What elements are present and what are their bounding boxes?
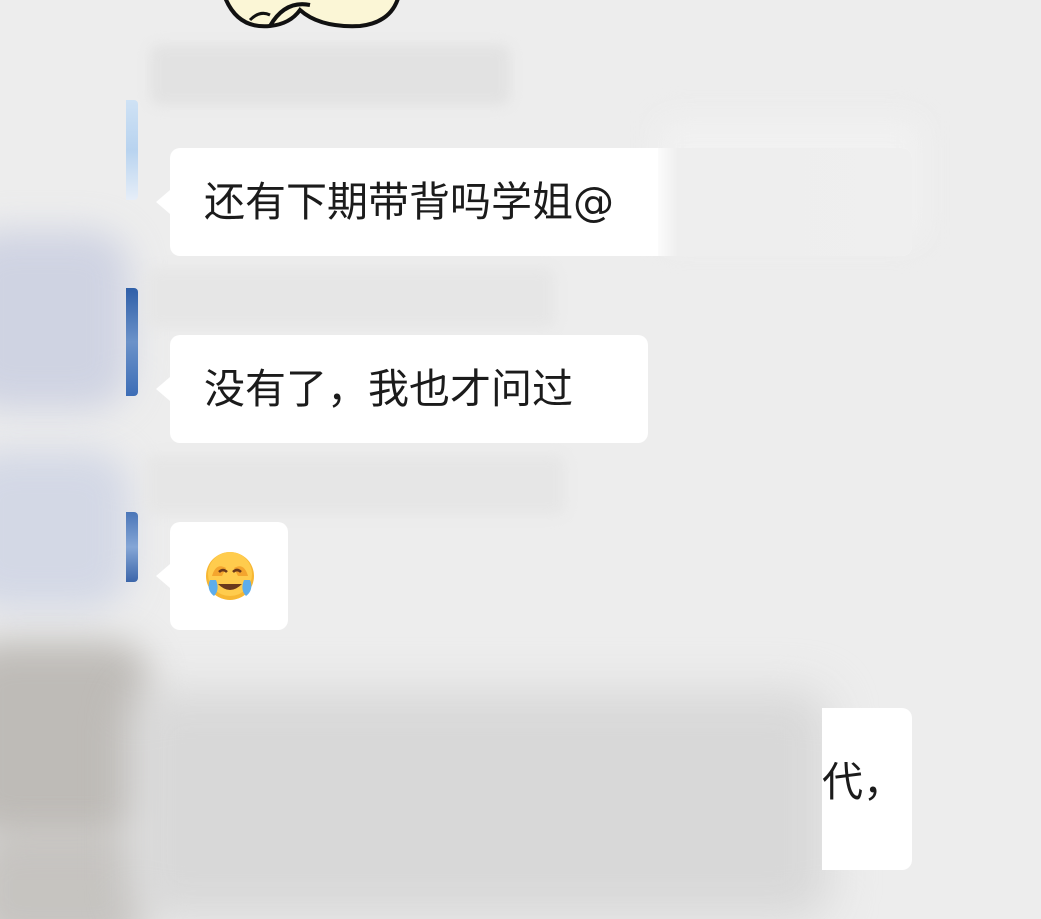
message-bubble[interactable]: 还有下期带背吗学姐@ — [156, 148, 912, 256]
chat-area[interactable]: 还有下期带背吗学姐@ 没有了，我也才问过 代， — [0, 0, 1041, 919]
message-bubble[interactable]: 没有了，我也才问过 — [156, 335, 648, 443]
redacted-avatar — [0, 450, 130, 610]
sticker-image[interactable] — [210, 0, 410, 30]
message-bubble[interactable] — [156, 522, 288, 630]
avatar[interactable] — [126, 100, 138, 200]
face-with-tears-of-joy-icon — [206, 552, 254, 600]
redacted-avatar — [0, 230, 130, 410]
message-bubble-self[interactable]: 代， — [822, 708, 912, 870]
redacted-avatar — [0, 830, 150, 919]
avatar[interactable] — [126, 512, 138, 582]
redacted-avatar — [0, 640, 150, 840]
message-text: 还有下期带背吗学姐@ — [204, 177, 614, 226]
avatar[interactable] — [126, 288, 138, 396]
redacted-message — [130, 690, 830, 919]
redacted-sender-name — [145, 268, 555, 328]
message-text: 代， — [822, 758, 904, 806]
redacted-mention — [658, 148, 912, 256]
message-text: 没有了，我也才问过 — [204, 364, 573, 413]
redacted-sender-name — [150, 45, 510, 105]
redacted-sender-name — [145, 455, 565, 515]
